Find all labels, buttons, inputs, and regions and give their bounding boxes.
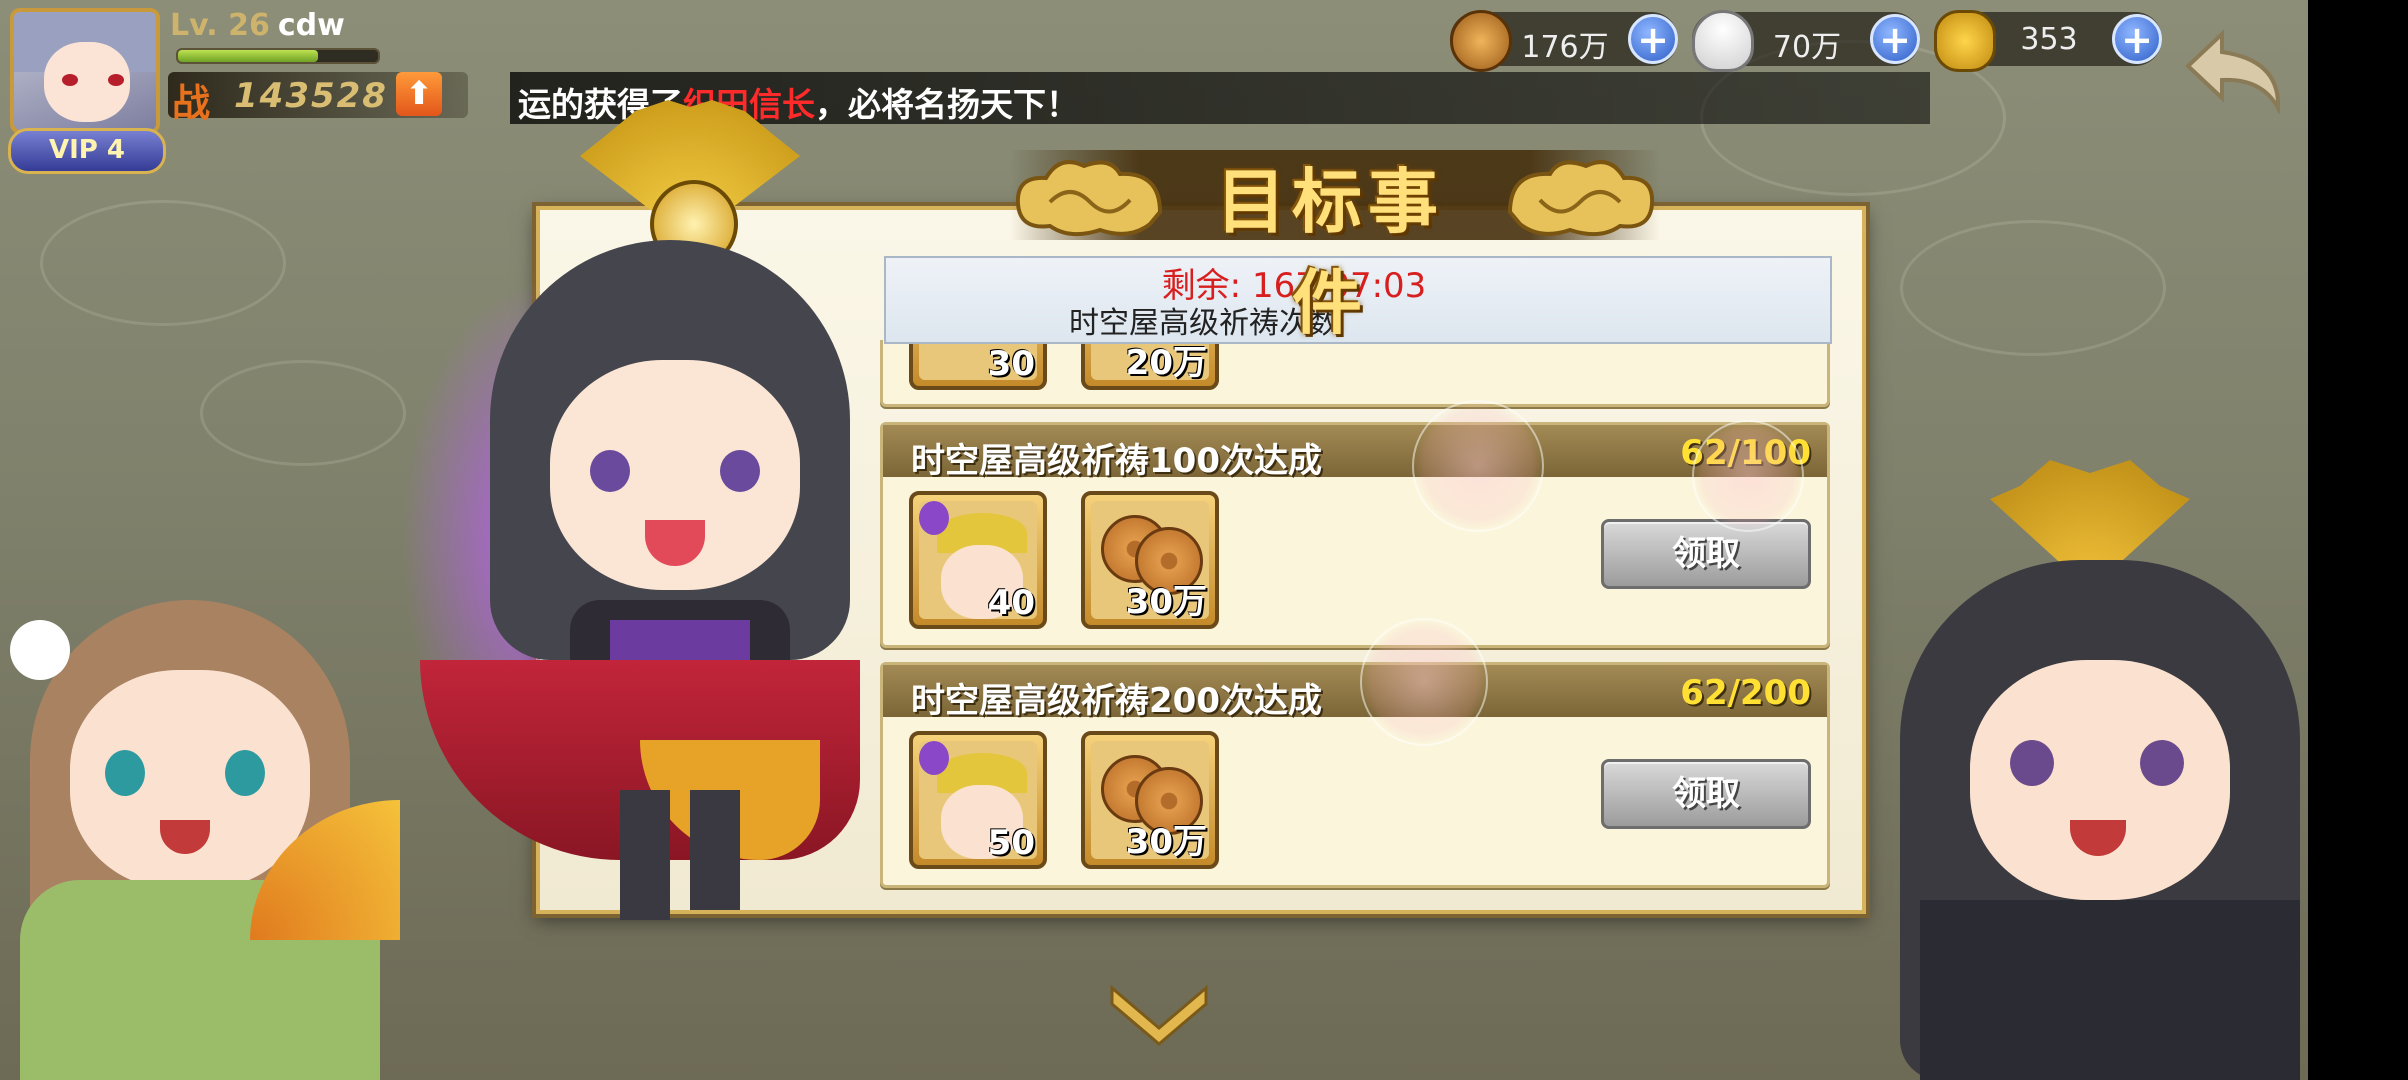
player-name: cdw (277, 8, 345, 43)
gold-cloud-ornament-icon (1015, 160, 1163, 237)
left-character (0, 560, 420, 1080)
task-card: 时空屋高级祈祷100次达成 62/100 40 30万 领取 (880, 422, 1830, 648)
reward-item[interactable]: 30万 (1081, 731, 1219, 869)
reward-count: 40 (987, 583, 1035, 623)
combat-power-label: 战 (172, 80, 211, 125)
sparkle-effect (1360, 618, 1488, 746)
currency-gold-value: 353 (2020, 22, 2078, 57)
combat-power-value: 143528 (234, 76, 388, 116)
add-gold-button[interactable]: + (2112, 14, 2162, 64)
add-rice-button[interactable]: + (1870, 14, 1920, 64)
task-card-partial: 30 20万 (880, 260, 1830, 407)
gold-cloud-ornament-icon (1507, 160, 1655, 237)
screen-edge (2308, 0, 2408, 1080)
reward-count: 30 (987, 344, 1035, 384)
scroll-down-icon[interactable] (1108, 980, 1210, 1050)
reward-item[interactable]: 30万 (1081, 491, 1219, 629)
back-arrow-icon[interactable] (2182, 24, 2292, 114)
reward-item[interactable]: 40 (909, 491, 1047, 629)
panel-title: 目标事件 (1216, 160, 1444, 344)
task-title: 时空屋高级祈祷100次达成 (911, 441, 1322, 481)
reward-count: 30万 (1125, 582, 1207, 622)
claim-button[interactable]: 领取 (1601, 519, 1811, 589)
reward-count: 50 (987, 823, 1035, 863)
reward-count: 30万 (1125, 822, 1207, 862)
task-title: 时空屋高级祈祷200次达成 (911, 681, 1322, 721)
currency-rice-value: 70万 (1772, 30, 1842, 65)
right-character (1860, 460, 2308, 1080)
featured-character (400, 100, 920, 920)
task-card: 时空屋高级祈祷200次达成 62/200 50 30万 领取 (880, 662, 1830, 888)
cloud-pattern (200, 360, 406, 466)
player-avatar[interactable] (10, 8, 160, 134)
exp-bar-fill (178, 50, 318, 62)
currency-copper-value: 176万 (1521, 30, 1609, 65)
player-level: Lv. 26 cdw (170, 8, 345, 43)
reward-item[interactable]: 50 (909, 731, 1047, 869)
sparkle-effect (1412, 400, 1544, 532)
add-copper-button[interactable]: + (1628, 14, 1678, 64)
level-label: Lv. 26 (170, 8, 270, 43)
claim-button[interactable]: 领取 (1601, 759, 1811, 829)
task-progress: 62/200 (1680, 673, 1811, 713)
exp-bar (176, 48, 380, 64)
sparkle-effect (1692, 420, 1804, 532)
vip-badge[interactable]: VIP 4 (8, 128, 166, 174)
cloud-pattern (40, 200, 286, 326)
cloud-pattern (1900, 220, 2166, 356)
